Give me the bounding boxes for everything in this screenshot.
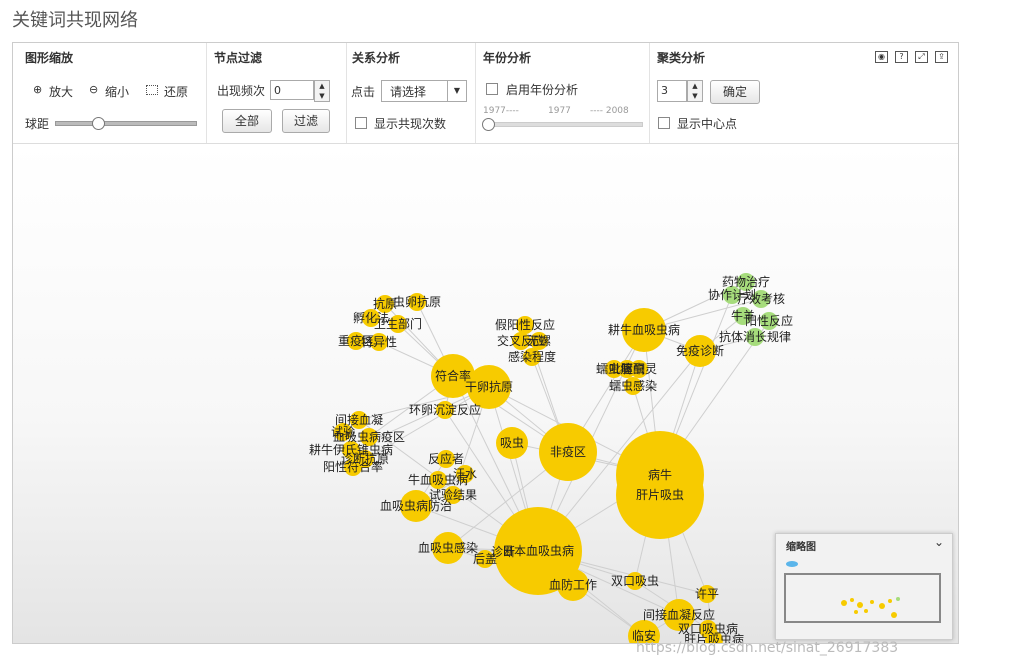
node-label: 干卵抗原 [465,379,513,394]
relation-section: 关系分析 点击 请选择 ▼ 显示共现次数 [346,43,476,143]
year-title: 年份分析 [483,51,532,65]
zoom-title: 图形缩放 [25,51,74,65]
page-title: 关键词共现网络 [12,10,138,31]
node-label: 疗效考核 [737,291,785,306]
reset-label: 还原 [164,85,189,99]
help-icon[interactable]: ? [895,51,908,63]
zoom-out-label: 缩小 [105,85,130,99]
node-label: 双口吸虫 [611,574,659,588]
year-slider-knob[interactable] [482,118,495,131]
chevron-down-icon[interactable]: ⌄ [934,535,944,549]
node-label: 许平 [695,587,719,601]
node-label: 环卵沉淀反应 [409,402,481,417]
cluster-confirm-button[interactable]: 确定 [710,80,760,104]
zoom-out-icon: ⊖ [89,83,99,96]
zoom-in-button[interactable]: ⊕ 放大 [33,83,79,99]
node-label: 无螺 [527,334,551,348]
node-label: 非疫区 [550,444,586,459]
ball-distance-slider-knob[interactable] [92,117,105,130]
toolbar: 图形缩放 ⊕ 放大 ⊖ 缩小 还原 球距 节点过滤 出现频次 0 ▲▼ 全部 [13,43,958,144]
zoom-out-button[interactable]: ⊖ 缩小 [89,83,135,99]
cluster-count-input[interactable]: 3 [657,80,687,102]
show-all-button[interactable]: 全部 [222,109,272,133]
node-label: 血防工作 [549,577,597,592]
node-label: 感染程度 [508,349,556,364]
zoom-in-icon: ⊕ [33,83,43,96]
zoom-in-label: 放大 [49,85,74,99]
year-range-start: 1977---- [483,106,519,116]
dropdown-arrow-icon: ▼ [447,81,466,101]
node-label: 耕牛血吸虫病 [608,322,680,337]
cluster-title: 聚类分析 [657,51,706,65]
fullscreen-icon[interactable]: ⤢ [915,51,928,63]
node-label: 假阳性反应 [495,317,555,332]
filter-section: 节点过滤 出现频次 0 ▲ ▼ 全部 过滤 [206,43,347,143]
node-label: 卫生部门 [374,316,422,331]
click-label: 点击 [351,85,376,99]
show-count-checkbox[interactable] [355,117,367,129]
node-label: 虫卵抗原 [393,294,441,309]
show-center-label: 显示中心点 [677,117,738,131]
node-label: 蠕虫感染 [609,378,657,393]
show-center-checkbox[interactable] [658,117,670,129]
year-section: 年份分析 启用年份分析 1977---- 1977 ---- 2008 [475,43,650,143]
cluster-count-stepper[interactable]: ▲ ▼ [687,80,703,102]
year-slider[interactable] [487,122,643,127]
minimap-viewport[interactable] [784,573,941,623]
year-range-current: 1977 [548,106,571,116]
ball-distance-slider[interactable] [55,121,197,126]
filter-button[interactable]: 过滤 [282,109,330,133]
minimap: 缩略图 ⌄ [775,533,953,640]
node-label: 汗水 [453,467,477,481]
frequency-input[interactable]: 0 [270,80,314,100]
relation-select-value: 请选择 [390,85,427,99]
node-label: 血吸虫感染 [418,540,478,555]
network-panel: 图形缩放 ⊕ 放大 ⊖ 缩小 还原 球距 节点过滤 出现频次 0 ▲▼ 全部 [12,42,959,644]
frequency-stepper[interactable]: ▲ ▼ [314,80,330,102]
show-count-label: 显示共现次数 [374,117,447,131]
node-label: 血吸虫病疫区 [333,429,405,444]
minimap-scroll-marker[interactable] [786,561,798,567]
relation-title: 关系分析 [352,51,401,65]
node-label: 肝片吸虫 [636,488,684,502]
node-label: 间接血凝反应 [643,607,715,622]
frequency-label: 出现频次 [217,84,266,98]
cluster-section: 聚类分析 3 ▲ ▼ 确定 显示中心点 ◉ ? ⤢ ⇪ [649,43,958,143]
export-icon[interactable]: ⇪ [935,51,948,63]
year-range-end: ---- 2008 [590,106,629,116]
node-label: 药物治疗 [722,275,770,289]
watermark: https://blog.csdn.net/sinat_26917383 [636,640,899,656]
enable-year-label: 启用年份分析 [506,83,579,97]
node-label: 吸虫 [500,436,524,450]
minimap-preview [841,597,900,618]
minimap-title: 缩略图 [786,542,816,553]
node-label: 特异性 [361,334,397,349]
ball-distance-label: 球距 [25,117,50,131]
enable-year-checkbox[interactable] [486,83,498,95]
zoom-section: 图形缩放 ⊕ 放大 ⊖ 缩小 还原 球距 [13,43,207,143]
filter-title: 节点过滤 [214,51,263,65]
node-label: 病牛 [648,467,672,482]
node-label: 免疫诊断 [676,343,724,358]
node-label: 反应者 [428,451,464,466]
camera-icon[interactable]: ◉ [875,51,888,63]
node-label: 阳性反应 [745,313,793,328]
reset-icon [146,85,158,95]
node-label: 驱虫灵 [621,362,657,376]
node-label: 阳性符合率 [323,459,383,474]
node-label: 日本血吸虫病 [502,543,574,558]
reset-button[interactable]: 还原 [146,83,194,99]
node-label: 抗体消长规律 [719,329,791,344]
relation-select[interactable]: 请选择 ▼ [381,80,467,102]
node-label: 血吸虫病防治 [380,498,452,513]
